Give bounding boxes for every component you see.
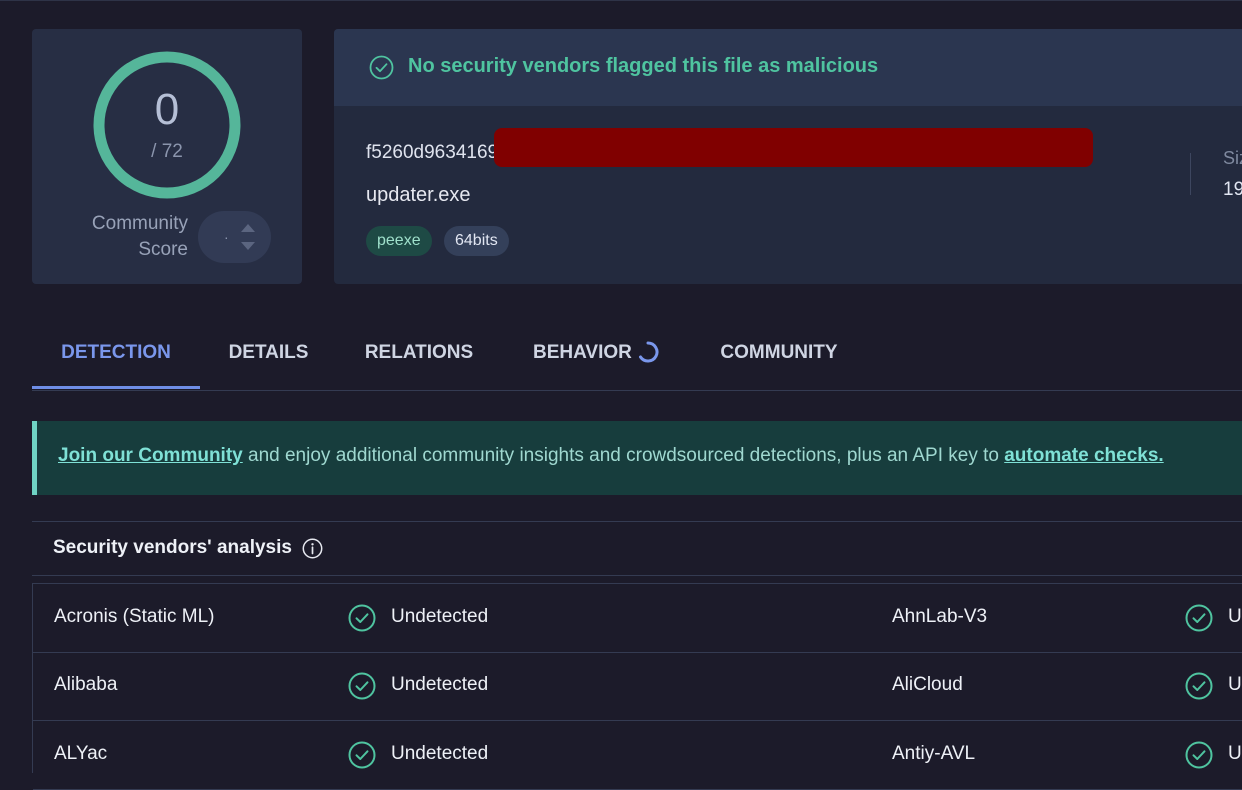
vendor-name: AhnLab-V3 [892,606,988,627]
check-circle-icon [1185,672,1213,700]
join-community-link[interactable]: Join our Community [58,445,243,466]
vendor-status: Undetected [391,606,489,627]
vendor-status: U [1228,606,1242,627]
file-summary-card: No security vendors flagged this file as… [334,29,1242,284]
top-divider [0,0,1242,1]
summary-header: No security vendors flagged this file as… [334,29,1242,106]
vendor-name: Alibaba [54,674,118,695]
downvote-arrow-icon[interactable] [241,242,255,250]
community-vote-control[interactable]: · [198,211,271,263]
check-circle-icon [369,55,394,80]
vendors-title: Security vendors' analysis [53,537,292,558]
vendor-results-table: Acronis (Static ML) Undetected AhnLab-V3… [32,583,1242,790]
upvote-arrow-icon[interactable] [241,224,255,232]
size-label: Siz [1223,148,1242,168]
vendor-name: ALYac [54,743,108,764]
size-value: 19 [1223,179,1242,200]
tag-peexe[interactable]: peexe [366,226,432,256]
detection-score-card: 0 / 72 Community Score · [32,29,302,284]
info-icon[interactable] [302,538,323,559]
file-hash[interactable]: f5260d9634169 [366,142,498,164]
tab-details[interactable]: DETAILS [222,320,315,388]
summary-divider [1190,153,1191,195]
detection-count: 0 [154,85,180,134]
vendor-status: U [1228,743,1242,764]
table-row: Acronis (Static ML) Undetected AhnLab-V3… [33,584,1242,653]
loading-spinner-icon [639,341,659,363]
community-score-label: Community Score [91,213,188,260]
tab-community[interactable]: COMMUNITY [714,320,844,388]
vendor-name: Antiy-AVL [892,743,976,764]
check-circle-icon [348,672,376,700]
engine-total: / 72 [151,141,183,162]
vendors-header: Security vendors' analysis [32,521,1242,576]
check-circle-icon [1185,604,1213,632]
vendor-name: Acronis (Static ML) [54,606,215,627]
table-row: ALYac Undetected Antiy-AVL U [33,721,1242,790]
vendor-status: Undetected [391,674,489,695]
redaction-block [494,128,1093,167]
vendor-status: Undetected [391,743,489,764]
tag-64bits[interactable]: 64bits [444,226,509,256]
tab-relations[interactable]: RELATIONS [358,320,480,388]
vendor-name: AliCloud [892,674,963,695]
banner-message: and enjoy additional community insights … [242,445,1005,466]
automate-checks-link[interactable]: automate checks. [1004,445,1163,466]
vote-value: · [224,229,229,245]
report-tabs: DETECTION DETAILS RELATIONS BEHAVIOR COM… [32,320,1242,391]
check-circle-icon [348,604,376,632]
community-banner: Join our Community and enjoy additional … [32,421,1242,495]
check-circle-icon [348,741,376,769]
table-row: Alibaba Undetected AliCloud U [33,652,1242,721]
summary-status-text: No security vendors flagged this file as… [408,55,879,77]
file-name: updater.exe [366,184,471,206]
banner-text: Join our Community and enjoy additional … [58,445,1164,467]
check-circle-icon [1185,741,1213,769]
tab-detection[interactable]: DETECTION [32,320,200,389]
vendor-status: U [1228,674,1242,695]
